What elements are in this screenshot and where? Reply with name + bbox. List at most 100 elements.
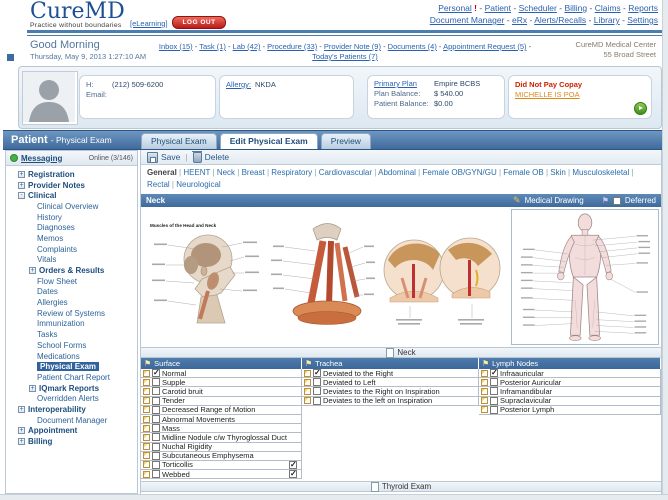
expand-icon[interactable]: + [29,385,36,392]
note-icon[interactable] [143,471,150,478]
section-link-cardiovascular[interactable]: Cardiovascular [319,168,372,177]
nav-link-billing[interactable]: Billing [564,3,587,13]
nav-link-patient[interactable]: Patient [485,3,511,13]
nav-link-settings[interactable]: Settings [627,15,658,25]
sidebar-item-document-manager[interactable]: Document Manager [6,415,137,426]
checkbox-decreased-range-of-motion[interactable] [152,406,160,414]
section-link-female-ob-gyn-gu[interactable]: Female OB/GYN/GU [422,168,496,177]
section-link-musculoskeletal[interactable]: Musculoskeletal [572,168,629,177]
checkbox-midline-nodule-c-w-thyroglossal-duct[interactable] [152,433,160,441]
checkbox-posterior-lymph[interactable] [490,406,498,414]
section-link-skin[interactable]: Skin [550,168,566,177]
checkbox-carotid-bruit[interactable] [152,387,160,395]
sidebar-item-immunization[interactable]: Immunization [6,319,137,330]
sidebar-item-medications[interactable]: Medications [6,351,137,362]
primary-plan-link[interactable]: Primary Plan [374,79,417,88]
sidebar-item-school-forms[interactable]: School Forms [6,340,137,351]
note-icon[interactable] [143,406,150,413]
sidebar-item-memos[interactable]: Memos [6,233,137,244]
sidebar-item-complaints[interactable]: Complaints [6,244,137,255]
checkbox-infraauricular[interactable] [490,369,498,377]
checkbox-supple[interactable] [152,378,160,386]
tab-edit-physical-exam[interactable]: Edit Physical Exam [220,133,318,149]
note-icon[interactable] [143,370,150,377]
allergy-link[interactable]: Allergy: [226,80,251,90]
quick-link-lab-42[interactable]: Lab (42) [233,42,261,51]
note-icon[interactable] [304,397,311,404]
sidebar-item-patient-chart-report[interactable]: Patient Chart Report [6,372,137,383]
note-icon[interactable] [481,388,488,395]
section-link-breast[interactable]: Breast [242,168,265,177]
checkbox-mass[interactable] [152,424,160,432]
sidebar-item-diagnoses[interactable]: Diagnoses [6,222,137,233]
nav-link-personal[interactable]: Personal [438,3,472,13]
section-link-abdominal[interactable]: Abdominal [378,168,416,177]
quick-link-provider-note-9[interactable]: Provider Note (9) [324,42,381,51]
messaging-row[interactable]: Messaging Online (3/146) [6,151,137,166]
checkbox-nuchal-rigidity[interactable] [152,443,160,451]
note-icon[interactable] [143,388,150,395]
deferred-checkbox[interactable] [613,197,621,205]
quick-link-task-1[interactable]: Task (1) [199,42,226,51]
note-icon[interactable] [481,370,488,377]
section-link-rectal[interactable]: Rectal [147,180,170,189]
sidebar-item-history[interactable]: History [6,212,137,223]
note-icon[interactable] [143,434,150,441]
sidebar-item-billing[interactable]: +Billing [6,436,137,447]
section-toggle-icon[interactable] [386,348,394,358]
checkbox-abnormal-movements[interactable] [152,415,160,423]
note-icon[interactable] [143,416,150,423]
save-button[interactable]: Save [147,152,180,163]
messaging-link[interactable]: Messaging [21,154,62,163]
note-icon[interactable] [143,452,150,459]
nav-link-reports[interactable]: Reports [628,3,658,13]
section-link-neurological[interactable]: Neurological [176,180,220,189]
expand-icon[interactable]: + [18,182,25,189]
quick-link-documents-4[interactable]: Documents (4) [388,42,437,51]
quick-link-today-s-patients-7[interactable]: Today's Patients (7) [312,52,378,61]
checkbox-deviated-to-the-right[interactable] [313,369,321,377]
note-icon[interactable] [143,425,150,432]
elearning-link[interactable]: [eLearning] [130,19,168,28]
sidebar-item-overridden-alerts[interactable]: Overridden Alerts [6,393,137,404]
tab-physical-exam[interactable]: Physical Exam [141,133,217,149]
delete-button[interactable]: Delete [193,151,230,163]
sidebar-item-allergies[interactable]: Allergies [6,297,137,308]
note-icon[interactable] [481,406,488,413]
quick-link-procedure-33[interactable]: Procedure (33) [267,42,317,51]
quick-link-inbox-15[interactable]: Inbox (15) [159,42,193,51]
sidebar-item-registration[interactable]: +Registration [6,169,137,180]
note-icon[interactable] [143,443,150,450]
medical-drawing-icon[interactable]: ✎ [513,196,521,205]
sidebar-item-iqmark-reports[interactable]: +IQmark Reports [6,383,137,394]
checkbox-tender[interactable] [152,397,160,405]
checkbox-webbed[interactable] [152,470,160,478]
note-icon[interactable] [481,397,488,404]
checkbox-subcutaneous-emphysema[interactable] [152,452,160,460]
checkbox-supraclavicular[interactable] [490,397,498,405]
checkbox-deviated-to-left[interactable] [313,378,321,386]
section-link-heent[interactable]: HEENT [183,168,210,177]
right-checkbox-torticollis[interactable] [289,461,297,469]
section-link-neck[interactable]: Neck [217,168,235,177]
note-icon[interactable] [304,388,311,395]
note-icon[interactable] [143,379,150,386]
sidebar-item-vitals[interactable]: Vitals [6,255,137,266]
nav-link-library[interactable]: Library [594,15,620,25]
nav-link-document-manager[interactable]: Document Manager [430,15,505,25]
next-alert-button[interactable] [634,102,647,115]
expand-icon[interactable]: + [18,438,25,445]
expand-icon[interactable]: + [18,406,25,413]
sidebar-item-dates[interactable]: Dates [6,287,137,298]
expand-icon[interactable]: + [18,427,25,434]
checkbox-torticollis[interactable] [152,461,160,469]
section-link-general[interactable]: General [147,168,177,177]
sidebar-item-clinical-overview[interactable]: Clinical Overview [6,201,137,212]
sidebar-item-orders-results[interactable]: +Orders & Results [6,265,137,276]
note-icon[interactable] [143,397,150,404]
expand-icon[interactable]: + [18,171,25,178]
collapse-icon[interactable]: - [18,192,25,199]
checkbox-deviates-to-the-right-on-inspiration[interactable] [313,387,321,395]
nav-link-claims[interactable]: Claims [595,3,621,13]
nav-link-scheduler[interactable]: Scheduler [519,3,557,13]
